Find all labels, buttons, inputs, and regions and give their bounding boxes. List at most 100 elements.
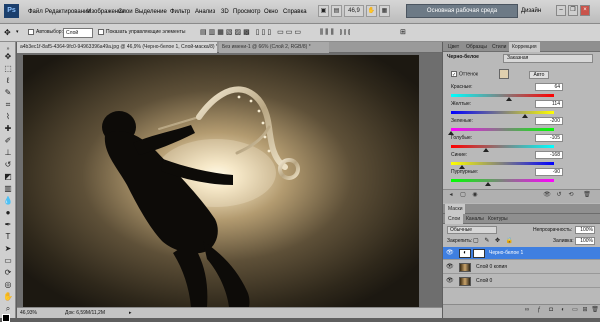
previous-state-icon[interactable]: ↺ <box>555 192 563 199</box>
eyedropper-tool-icon[interactable]: ⌇ <box>3 112 13 122</box>
hand-tool-icon[interactable]: ✋ <box>3 292 13 302</box>
zoom-level[interactable]: 46,9 <box>344 5 364 17</box>
tab-layers[interactable]: Слои <box>445 214 464 224</box>
tab-color[interactable]: Цвет <box>445 42 462 52</box>
3d-camera-tool-icon[interactable]: ◎ <box>3 280 13 290</box>
slider-magenta-track[interactable] <box>451 179 554 182</box>
eraser-tool-icon[interactable]: ◩ <box>3 172 13 182</box>
menu-view[interactable]: Просмотр <box>233 0 260 24</box>
slider-green-value[interactable]: -200 <box>535 117 563 125</box>
menu-filter[interactable]: Фильтр <box>170 0 190 24</box>
new-layer-icon[interactable]: ⊞ <box>581 307 589 314</box>
blend-mode-select[interactable]: Обычные <box>447 226 497 234</box>
layer-row-base[interactable]: 👁 Слой 0 <box>443 275 600 288</box>
pen-tool-icon[interactable]: ✒ <box>3 220 13 230</box>
bridge-icon[interactable]: ▣ <box>318 5 329 17</box>
autoselect-select[interactable]: Слой <box>63 28 93 38</box>
layer-row-bw[interactable]: 👁 ◐ Черно-белое 1 <box>443 247 600 260</box>
distribute-buttons[interactable]: ⫼⫼⫼ ⫾⫾⫾ <box>320 27 352 38</box>
status-arrow-icon[interactable]: ▸ <box>129 310 132 316</box>
fx-icon[interactable]: ƒ <box>535 307 543 314</box>
slider-cyan-track[interactable] <box>451 145 554 148</box>
blur-tool-icon[interactable]: 💧 <box>3 196 13 206</box>
zoom-tool-icon[interactable]: ⌕ <box>3 304 13 314</box>
slider-yellow-handle[interactable] <box>522 114 529 118</box>
trash-icon[interactable]: 🗑 <box>591 307 599 314</box>
lasso-tool-icon[interactable]: ℓ <box>3 76 13 86</box>
auto-align-icon[interactable]: ⊞ <box>400 27 406 38</box>
slider-blue-value[interactable]: -168 <box>535 151 563 159</box>
type-tool-icon[interactable]: T <box>3 232 13 242</box>
auto-button[interactable]: Авто <box>529 71 549 79</box>
tab-styles[interactable]: Стили <box>489 42 509 52</box>
slider-cyan-value[interactable]: -105 <box>535 134 563 142</box>
tint-color-swatch[interactable] <box>499 69 509 79</box>
tab-paths[interactable]: Контуры <box>485 214 511 224</box>
menu-file[interactable]: Файл <box>28 0 43 24</box>
layer-name[interactable]: Слой 0 <box>476 275 492 288</box>
tab-masks[interactable]: Маски <box>445 204 466 214</box>
tab-swatches[interactable]: Образцы <box>463 42 490 52</box>
status-zoom[interactable]: 46,93% <box>20 310 37 316</box>
add-mask-icon[interactable]: ◘ <box>547 307 555 314</box>
slider-green-track[interactable] <box>451 128 554 131</box>
minibridge-icon[interactable]: ▤ <box>331 5 342 17</box>
eye-icon[interactable]: 👁 <box>446 250 454 257</box>
slider-magenta-value[interactable]: -90 <box>535 168 563 176</box>
workspace-main-button[interactable]: Основная рабочая среда <box>406 4 518 18</box>
align-buttons[interactable]: ▤▥▦▧▨▩ ▯▯▯ ▭▭▭ <box>200 27 303 38</box>
layer-name[interactable]: Черно-белое 1 <box>489 247 523 260</box>
new-adjustment-icon[interactable]: ◐ <box>559 307 567 314</box>
restore-icon[interactable]: ❐ <box>568 5 578 16</box>
trash-icon[interactable]: 🗑 <box>583 192 591 199</box>
autoselect-check-icon[interactable] <box>28 28 34 35</box>
minimize-icon[interactable]: – <box>556 5 566 16</box>
move-tool-icon[interactable]: ✥ <box>3 52 13 62</box>
slider-magenta-handle[interactable] <box>485 182 492 186</box>
quick-select-tool-icon[interactable]: ✎ <box>3 88 13 98</box>
tab-document-2[interactable]: Без имени-1 @ 66% (Слой 2, RGB/8) * <box>219 42 329 53</box>
menu-3d[interactable]: 3D <box>221 0 229 24</box>
slider-yellow-track[interactable] <box>451 111 554 114</box>
show-controls-check-icon[interactable] <box>98 28 104 35</box>
slider-cyan-handle[interactable] <box>483 148 490 152</box>
history-brush-tool-icon[interactable]: ↺ <box>3 160 13 170</box>
preset-select[interactable]: Заказная <box>503 54 593 63</box>
opacity-input[interactable]: 100% <box>575 226 595 234</box>
reset-icon[interactable]: ⟲ <box>567 192 575 199</box>
gradient-tool-icon[interactable]: ▥ <box>3 184 13 194</box>
visibility-icon[interactable]: 👁 <box>543 192 551 199</box>
menu-select[interactable]: Выделение <box>135 0 167 24</box>
crop-tool-icon[interactable]: ⌗ <box>3 100 13 110</box>
hand-icon[interactable]: ✋ <box>366 5 377 17</box>
stamp-tool-icon[interactable]: ⊥ <box>3 148 13 158</box>
tint-check-icon[interactable]: ✓ <box>451 71 457 78</box>
link-icon[interactable]: ∞ <box>523 307 531 314</box>
tool-preset-chevron-icon[interactable]: ▾ <box>16 27 19 38</box>
tint-checkbox[interactable]: ✓ Оттенок <box>451 71 478 78</box>
slider-red-track[interactable] <box>451 94 554 97</box>
lock-icons[interactable]: ▢ ✎ ✥ 🔒 <box>473 237 515 244</box>
eye-icon[interactable]: 👁 <box>446 264 454 271</box>
new-group-icon[interactable]: ▭ <box>571 307 579 314</box>
slider-blue-track[interactable] <box>451 162 554 165</box>
menu-analysis[interactable]: Анализ <box>195 0 215 24</box>
fill-input[interactable]: 100% <box>575 237 595 245</box>
eye-icon[interactable]: 👁 <box>446 278 454 285</box>
layer-name[interactable]: Слой 0 копия <box>476 261 507 274</box>
close-icon[interactable]: × <box>580 5 590 16</box>
arrange-icon[interactable]: ▦ <box>379 5 390 17</box>
menu-window[interactable]: Окно <box>264 0 278 24</box>
tab-channels[interactable]: Каналы <box>463 214 487 224</box>
menu-edit[interactable]: Редактирование <box>45 0 91 24</box>
back-icon[interactable]: ◂ <box>447 192 455 199</box>
shape-tool-icon[interactable]: ▭ <box>3 256 13 266</box>
canvas-photo[interactable] <box>23 55 419 307</box>
clip-icon[interactable]: ◉ <box>471 192 479 199</box>
tab-document-1[interactable]: a4b3ec1f-8af5-4364-9fc0-94963396a49a.jpg… <box>17 42 217 53</box>
move-tool-icon[interactable]: ✥ <box>4 27 11 38</box>
3d-rotate-tool-icon[interactable]: ⟳ <box>3 268 13 278</box>
healing-tool-icon[interactable]: ✚ <box>3 124 13 134</box>
layer-row-copy[interactable]: 👁 Слой 0 копия <box>443 261 600 274</box>
slider-red-value[interactable]: 64 <box>535 83 563 91</box>
